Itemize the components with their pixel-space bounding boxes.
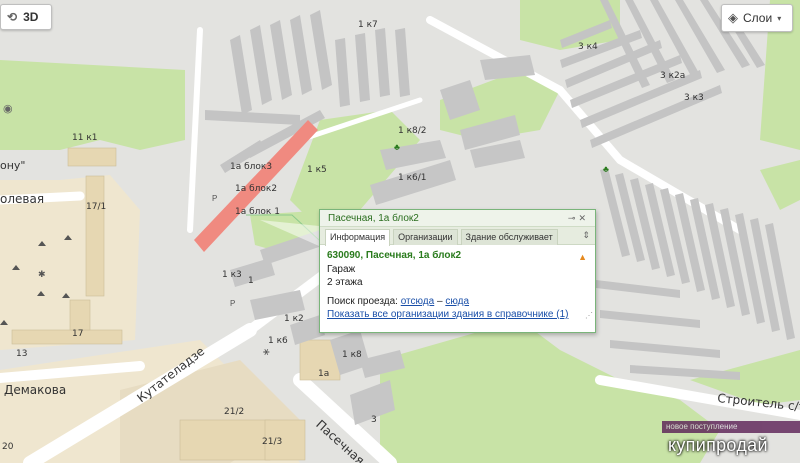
layers-button[interactable]: ◈ Слои ▾ (721, 4, 793, 32)
3d-toggle-button[interactable]: ⟲ 3D (0, 4, 52, 30)
label-3: 3 (371, 415, 377, 425)
label-1k8: 1 к8 (342, 350, 362, 360)
label-1k6: 1 к6 (268, 336, 288, 346)
label-1k8-2: 1 к8/2 (398, 126, 427, 136)
label-3k4: 3 к4 (578, 42, 598, 52)
label-demakova-street: Демакова (4, 383, 67, 397)
rotate-icon: ⟲ (7, 10, 18, 24)
route-from-link[interactable]: отсюда (401, 296, 435, 307)
watermark-bar: новое поступление (662, 421, 800, 433)
label-onu: ону" (0, 159, 26, 172)
label-1a-blok1: 1а блок 1 (235, 207, 280, 217)
label-1: 1 (248, 276, 254, 286)
warning-icon[interactable]: ▲ (578, 252, 587, 262)
pin-icon[interactable]: ⊸ (568, 213, 579, 223)
label-1a-blok3: 1а блок3 (230, 162, 273, 172)
layers-label: Слои (743, 11, 773, 25)
parking-icon: P (230, 299, 236, 308)
label-1k7: 1 к7 (358, 20, 378, 30)
tree-icon: ♣ (394, 142, 400, 152)
label-20: 20 (2, 442, 14, 452)
tab-building-serves[interactable]: Здание обслуживает (460, 229, 558, 245)
route-search: Поиск проезда: отсюда – сюда (327, 295, 588, 308)
label-17: 17 (72, 329, 84, 339)
layers-icon: ◈ (728, 10, 738, 25)
label-1k5: 1 к5 (307, 165, 327, 175)
route-separator: – (436, 296, 443, 307)
building-address: 630090, Пасечная, 1а блок2 (327, 250, 462, 261)
popup-tabs: Информация Организации Здание обслуживае… (320, 227, 595, 246)
label-1k2: 1 к2 (284, 314, 304, 324)
building-type: Гараж (327, 264, 356, 275)
label-olevaya-street: олевая (0, 192, 45, 206)
tab-organizations[interactable]: Организации (393, 229, 458, 245)
resize-handle-icon[interactable]: ⋰ (585, 311, 593, 320)
label-3k2a: 3 к2а (660, 71, 686, 81)
tab-info[interactable]: Информация (325, 229, 391, 246)
building-floors: 2 этажа (327, 277, 363, 288)
chevron-down-icon: ▾ (777, 13, 782, 23)
popup-controls: ⊸✕ (568, 210, 589, 227)
label-3k3: 3 к3 (684, 93, 704, 103)
route-prefix: Поиск проезда: (327, 296, 398, 307)
route-to-link[interactable]: сюда (445, 296, 469, 307)
label-11k1: 11 к1 (72, 133, 98, 143)
watermark: новое поступление купипродай (656, 415, 800, 463)
popup-header: Пасечная, 1а блок2 ⊸✕ (320, 210, 595, 227)
watermark-brand: купипродай (668, 435, 768, 455)
tree-icon: ♣ (603, 164, 609, 174)
label-1k3: 1 к3 (222, 270, 242, 280)
label-1a-blok2: 1а блок2 (235, 184, 278, 194)
building-info-popup: Пасечная, 1а блок2 ⊸✕ Информация Организ… (319, 209, 596, 333)
label-17-1: 17/1 (86, 202, 107, 212)
label-1a: 1а (318, 369, 330, 379)
label-13: 13 (16, 349, 28, 359)
sport-icon: ⚹ (263, 346, 270, 358)
show-all-organizations-link[interactable]: Показать все организации здания в справо… (327, 309, 568, 320)
parking-icon: P (212, 194, 218, 203)
label-21-3: 21/3 (262, 437, 283, 447)
3d-label: 3D (23, 10, 39, 24)
pin-icon: ◉ (3, 103, 13, 115)
close-icon[interactable]: ✕ (578, 213, 589, 223)
tabs-more-icon[interactable]: ⇕ (582, 230, 590, 241)
popup-body: 630090, Пасечная, 1а блок2 ▲ Гараж 2 эта… (320, 245, 595, 321)
label-1k6-1: 1 к6/1 (398, 173, 427, 183)
label-21-2: 21/2 (224, 407, 245, 417)
popup-title: Пасечная, 1а блок2 (328, 213, 419, 224)
poi-icon: ✱ (38, 269, 46, 279)
